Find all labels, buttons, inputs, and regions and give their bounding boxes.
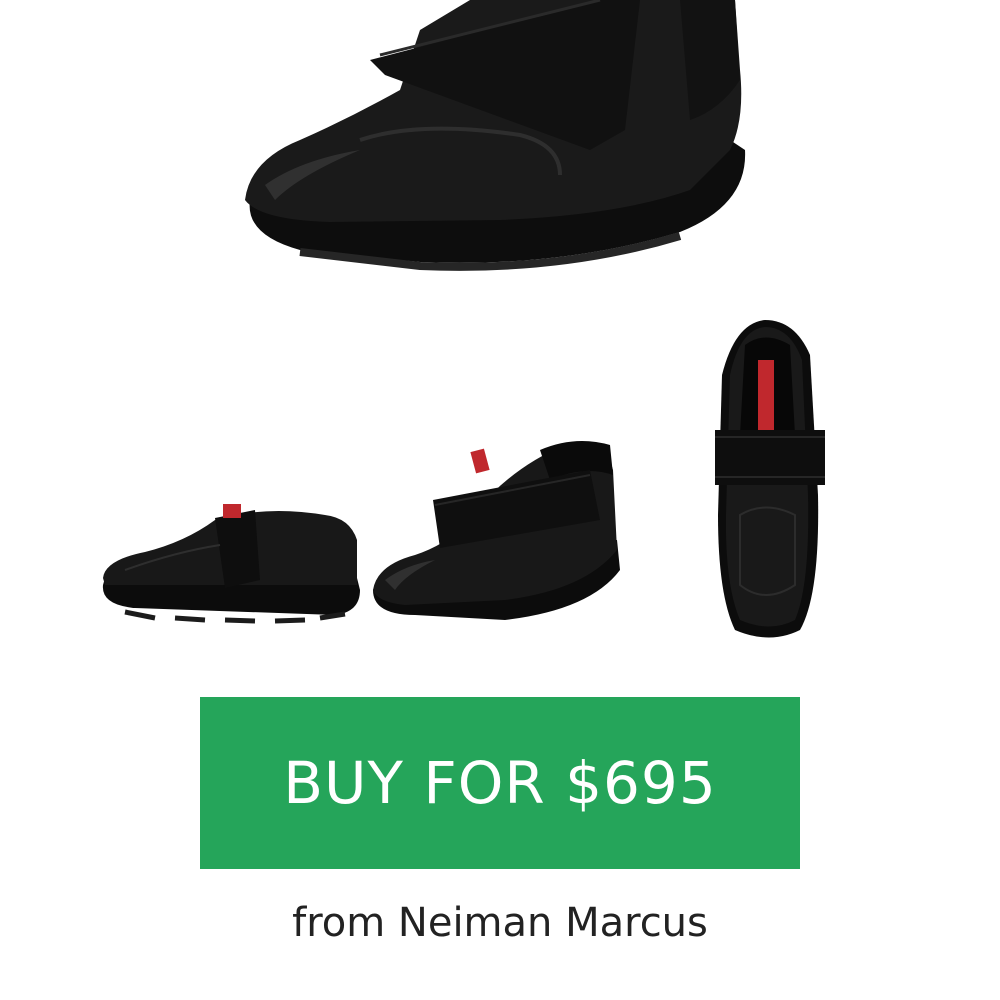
- top-view-icon: [715, 320, 825, 638]
- retailer-label: from Neiman Marcus: [292, 900, 708, 946]
- main-product-image[interactable]: [0, 0, 1000, 300]
- thumbnail-front-view[interactable]: [365, 430, 630, 630]
- thumbnail-top-view[interactable]: [710, 315, 830, 645]
- front-view-icon: [373, 441, 620, 620]
- thumbnail-side-view[interactable]: [95, 490, 365, 630]
- buy-button[interactable]: BUY FOR $695: [200, 697, 800, 869]
- side-view-icon: [102, 504, 360, 624]
- product-page: BUY FOR $695 from Neiman Marcus: [0, 0, 1000, 1000]
- main-view-icon: [245, 0, 746, 271]
